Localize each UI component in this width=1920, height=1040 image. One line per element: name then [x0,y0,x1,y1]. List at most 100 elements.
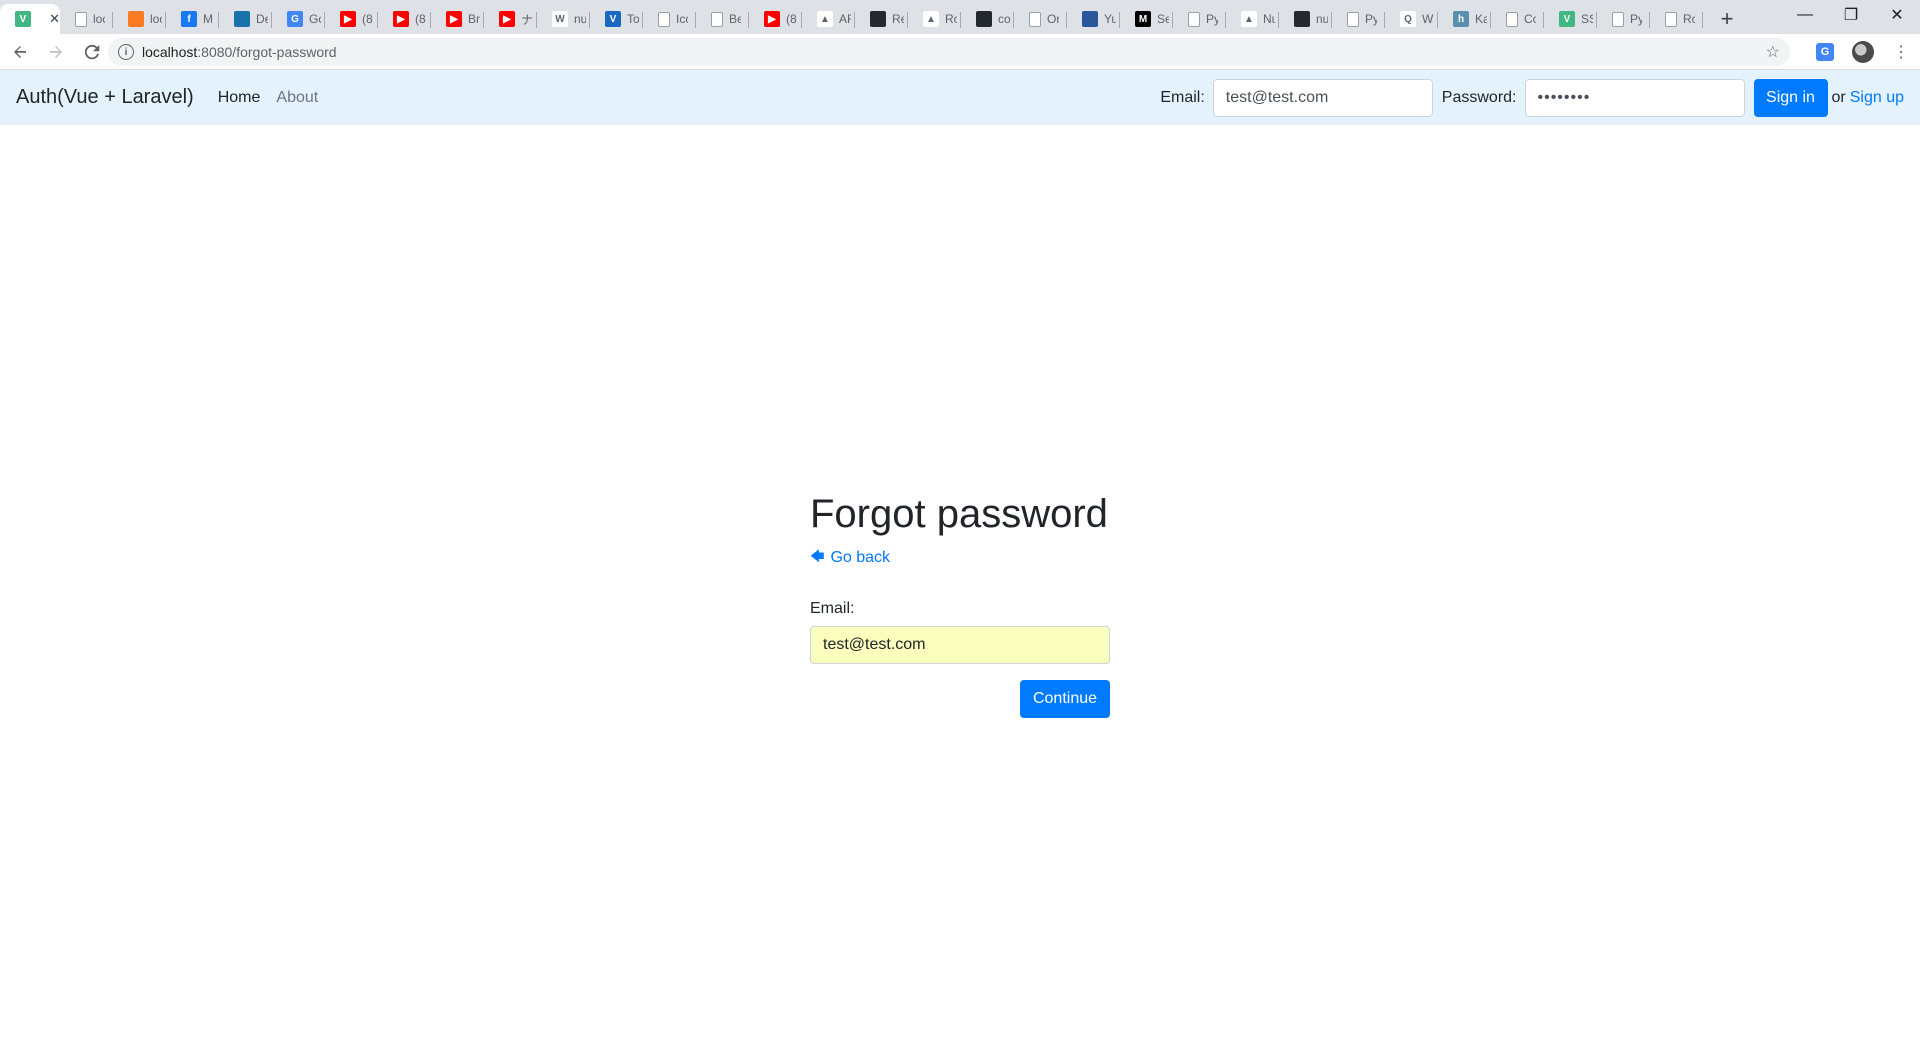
bookmark-star-icon[interactable]: ☆ [1766,42,1780,62]
browser-tab[interactable]: Yu [1067,4,1120,34]
tab-title: loc [93,12,105,26]
page-icon [1347,11,1359,27]
email-field[interactable]: test@test.com [810,626,1110,664]
nuxt-icon: ▲ [923,11,939,27]
tab-title: Py [1630,12,1642,26]
address-bar[interactable]: i localhost:8080/forgot-password ☆ [108,38,1790,66]
tab-title: Ro [945,12,957,26]
browser-tab[interactable]: Icc [643,4,696,34]
tab-title: Re [892,12,904,26]
browser-tab[interactable]: loc [113,4,166,34]
tab-title: Rc [1683,12,1695,26]
browser-tab[interactable]: Or [1014,4,1067,34]
forgot-password-panel: Forgot password 🡄 Go back Email: test@te… [810,490,1110,718]
tab-close-icon[interactable]: ✕ [49,11,60,27]
youtube-icon: ▶ [340,11,356,27]
menu-kebab-icon[interactable]: ⋮ [1882,36,1920,68]
tab-title: loc [150,12,162,26]
browser-tab-strip: V✕loclocfMDeGGc▶(8▶(8▶Br▶ナWnuVToIccBe▶(8… [0,0,1920,34]
browser-tab-active[interactable]: V ✕ [0,4,60,34]
tab-title: (8 [362,12,373,26]
tab-title: Gc [309,12,321,26]
minimize-button[interactable]: — [1782,0,1828,30]
code-icon [1029,11,1041,27]
browser-tab[interactable]: M Se [1120,4,1173,34]
go-back-label: Go back [830,549,891,566]
chrome-icon [1506,11,1518,27]
new-tab-button[interactable]: + [1709,4,1745,34]
medium-icon: M [1135,11,1151,27]
navbar-email-input[interactable]: test@test.com [1212,78,1433,117]
back-button[interactable] [4,36,36,68]
youtube-icon: ▶ [764,11,780,27]
browser-tab[interactable]: Py [1597,4,1650,34]
vuetify-icon: V [605,11,621,27]
github-icon [1294,11,1310,27]
close-window-button[interactable]: ✕ [1874,0,1920,30]
profile-avatar[interactable] [1852,41,1874,63]
tab-list: V✕loclocfMDeGGc▶(8▶(8▶Br▶ナWnuVToIccBe▶(8… [0,4,1703,34]
tab-title: Yu [1104,12,1116,26]
youtube-icon: ▶ [446,11,462,27]
browser-tab[interactable]: ▶ ナ [484,4,537,34]
browser-tab[interactable]: V To [590,4,643,34]
browser-tab[interactable]: Py [1173,4,1226,34]
browser-tab[interactable]: Re [855,4,908,34]
browser-tab[interactable]: h Ka [1438,4,1491,34]
browser-tab[interactable]: QW [1385,4,1438,34]
tab-title: Ka [1475,12,1487,26]
browser-tab[interactable]: ▲ AF [802,4,855,34]
browser-toolbar: i localhost:8080/forgot-password ☆ G ⋮ [0,34,1920,70]
app-navbar: Auth(Vue + Laravel) Home About Email: te… [0,70,1920,125]
tab-title: ナ [521,12,533,27]
restore-button[interactable]: ❐ [1828,0,1874,30]
nav-link-about[interactable]: About [276,89,318,107]
browser-tab[interactable]: Py [1332,4,1385,34]
browser-tab[interactable]: ▶ (8 [325,4,378,34]
nuxt-icon: ▲ [817,11,833,27]
tab-title: Or [1047,12,1059,26]
tab-title: Icc [676,12,688,26]
go-back-link[interactable]: 🡄 Go back [810,546,1110,570]
browser-tab[interactable]: V SS [1544,4,1597,34]
browser-tab[interactable]: ▲ Nu [1226,4,1279,34]
forward-button[interactable] [40,36,72,68]
browser-tab[interactable]: Rc [1650,4,1703,34]
sign-up-link[interactable]: Sign up [1850,89,1904,107]
github-icon [976,11,992,27]
browser-tab[interactable]: Be [696,4,749,34]
browser-tab[interactable]: nu [1279,4,1332,34]
browser-tab[interactable]: G Gc [272,4,325,34]
continue-button[interactable]: Continue [1020,680,1110,718]
browser-tab[interactable]: ▶ Br [431,4,484,34]
hashnode-icon: h [1453,11,1469,27]
browser-tab[interactable]: De [219,4,272,34]
tab-title: W [1422,12,1434,26]
navbar-brand[interactable]: Auth(Vue + Laravel) [16,86,194,109]
reload-icon [84,44,100,59]
navbar-password-label: Password: [1441,88,1517,106]
reload-button[interactable] [76,36,108,68]
browser-tab[interactable]: ▶ (8 [749,4,802,34]
tab-title: De [256,12,268,26]
browser-tab[interactable]: fM [166,4,219,34]
wikipedia-icon: W [552,11,568,27]
nav-link-home[interactable]: Home [218,89,261,107]
browser-tab[interactable]: ▶ (8 [378,4,431,34]
sign-in-button[interactable]: Sign in [1753,78,1828,117]
tab-title: M [203,12,213,26]
tab-title: Py [1365,12,1377,26]
nuxt-icon: ▲ [1241,11,1257,27]
form-actions: Continue [810,680,1110,718]
browser-tab[interactable]: ▲ Ro [908,4,961,34]
page-icon [1188,11,1200,27]
translate-icon[interactable]: G [1816,43,1834,61]
browser-tab[interactable]: loc [60,4,113,34]
url-path: :8080/forgot-password [197,44,337,60]
browser-tab[interactable]: Cc [1491,4,1544,34]
navbar-password-input[interactable]: •••••••• [1524,78,1745,117]
arrow-left-icon: 🡄 [810,548,825,564]
browser-tab[interactable]: Wnu [537,4,590,34]
browser-tab[interactable]: co [961,4,1014,34]
site-info-icon[interactable]: i [118,44,134,60]
